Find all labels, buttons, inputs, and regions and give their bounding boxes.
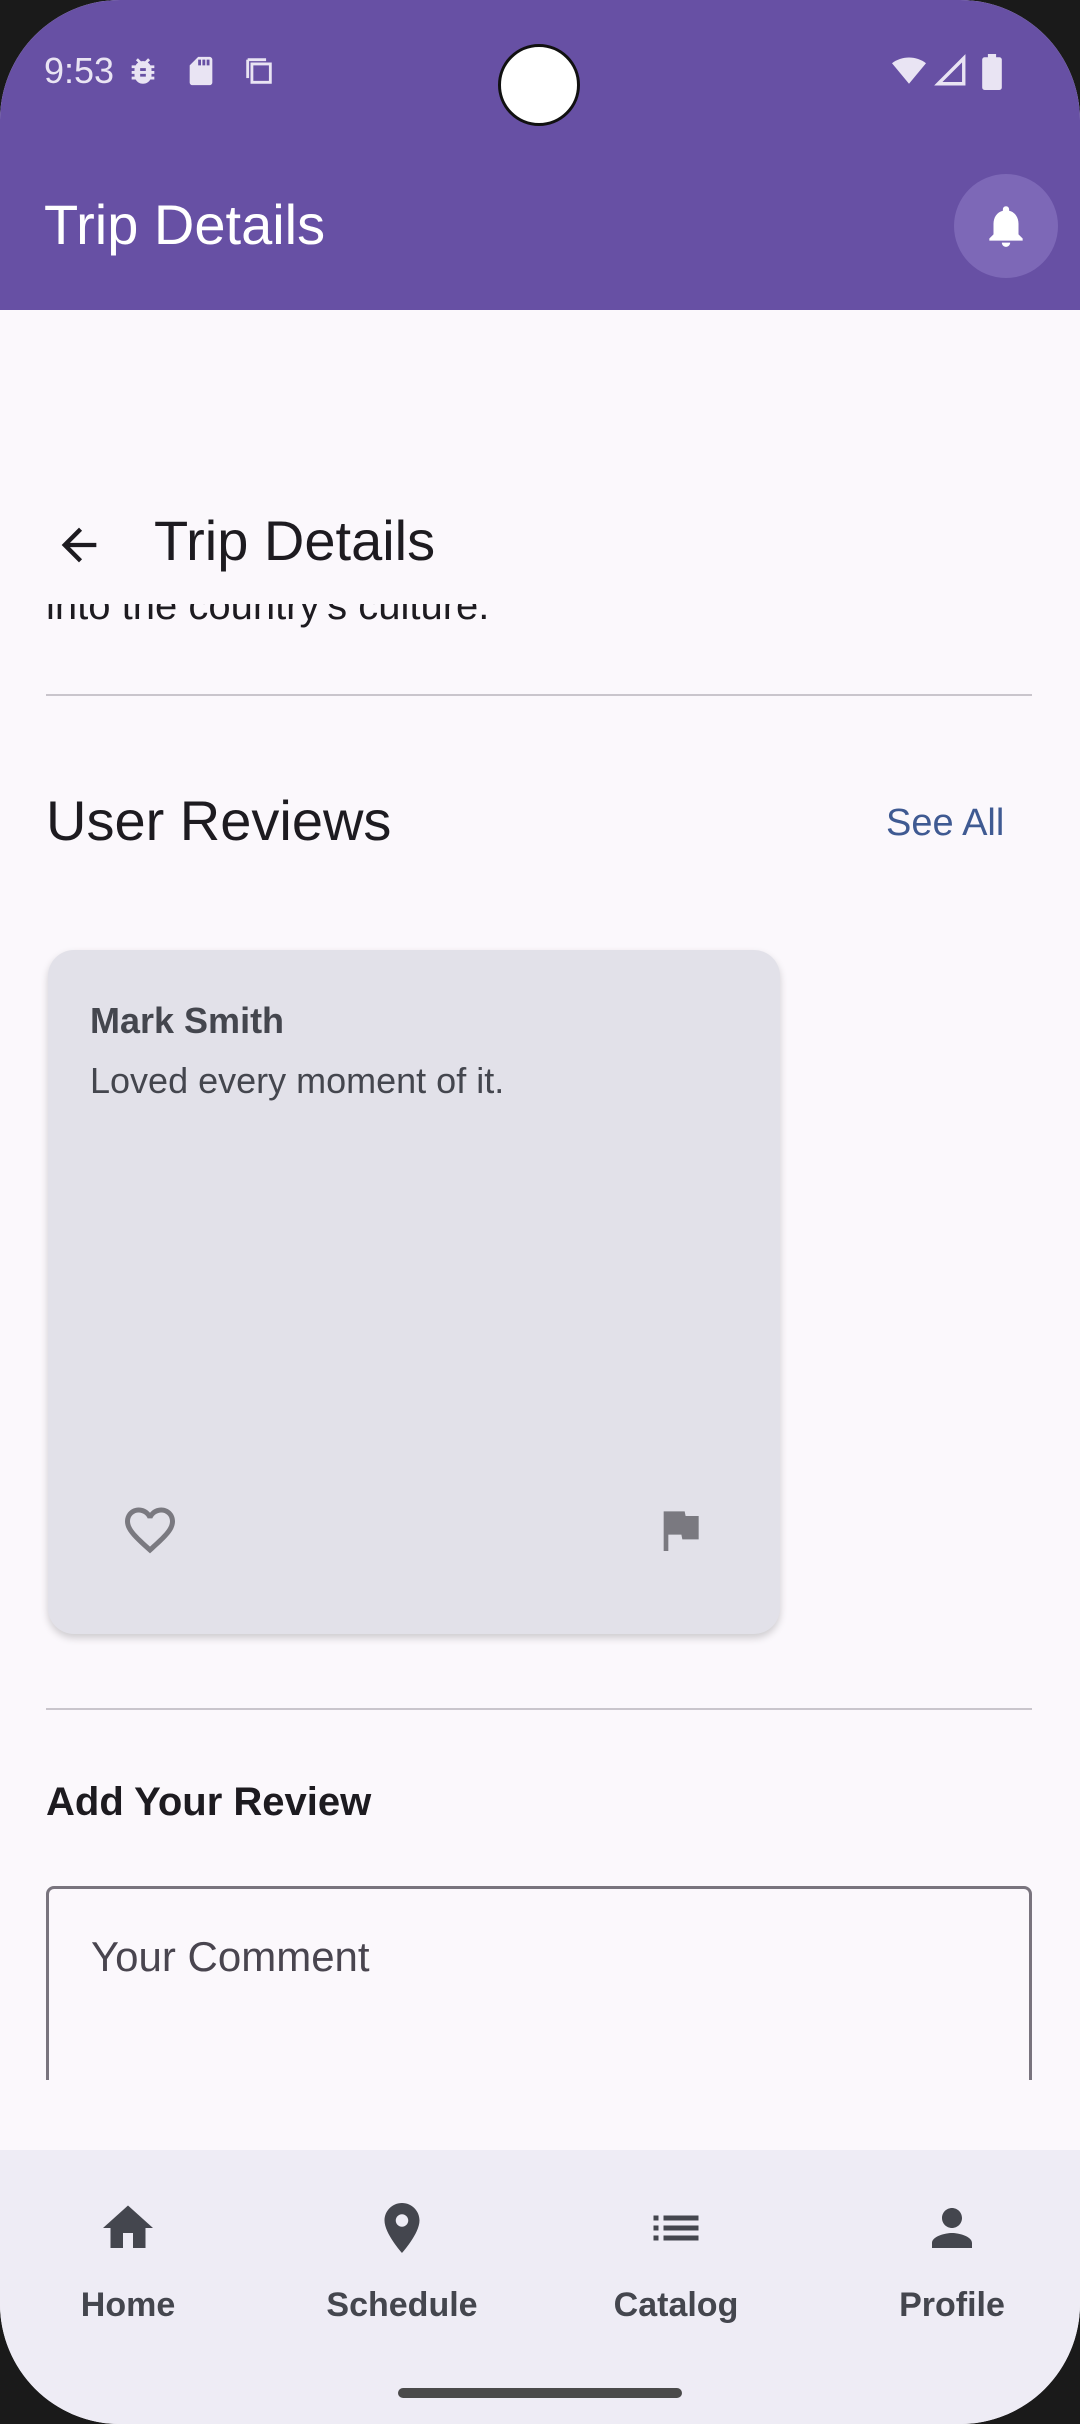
app-bar-title: Trip Details [44, 193, 326, 256]
nav-item-catalog[interactable]: Catalog [566, 2196, 786, 2346]
comment-placeholder: Your Comment [91, 1933, 370, 1980]
signal-icon [934, 54, 968, 88]
report-button[interactable] [648, 1498, 712, 1562]
bottom-navigation: Home Schedule Catalog Profile [0, 2150, 1080, 2424]
like-button[interactable] [118, 1498, 182, 1562]
notifications-button[interactable] [954, 174, 1058, 278]
nav-item-profile[interactable]: Profile [842, 2196, 1062, 2346]
list-icon [644, 2196, 708, 2260]
bell-icon [989, 206, 1023, 247]
review-card[interactable]: Mark Smith Loved every moment of it. [48, 950, 780, 1634]
nav-item-schedule[interactable]: Schedule [292, 2196, 512, 2346]
trip-description-clipped: into the country's culture. [46, 604, 490, 628]
sd-card-icon [184, 54, 218, 88]
see-all-link[interactable]: See All [886, 802, 1004, 845]
screenshot-icon [242, 54, 276, 88]
bug-icon [126, 54, 160, 88]
arrow-left-icon [61, 527, 97, 563]
comment-input[interactable]: Your Comment [46, 1886, 1032, 2080]
divider [46, 1708, 1032, 1710]
flag-icon [663, 1511, 699, 1551]
divider [46, 694, 1032, 696]
home-indicator[interactable] [398, 2388, 682, 2398]
person-icon [920, 2196, 984, 2260]
heart-outline-icon [125, 1507, 175, 1554]
nav-label-profile: Profile [899, 2286, 1005, 2324]
back-button[interactable] [44, 510, 114, 580]
trip-description-text: into the country's culture. [46, 604, 489, 642]
nav-label-schedule: Schedule [326, 2286, 478, 2324]
reviews-section-title: User Reviews [46, 789, 392, 852]
nav-label-catalog: Catalog [613, 2286, 739, 2324]
battery-icon [980, 54, 1014, 90]
nav-label-home: Home [80, 2286, 176, 2324]
top-app-bar: 9:53 Trip Details [0, 0, 1080, 310]
review-text: Loved every moment of it. [90, 1060, 505, 1101]
add-review-title: Add Your Review [46, 1780, 372, 1824]
status-time: 9:53 [44, 50, 115, 91]
review-author: Mark Smith [90, 1000, 285, 1041]
location-pin-icon [370, 2196, 434, 2260]
device-screen: 9:53 Trip Details Trip Details into the … [0, 0, 1080, 2424]
wifi-icon [890, 54, 926, 88]
main-content: Trip Details into the country's culture.… [0, 310, 1080, 2080]
nav-item-home[interactable]: Home [18, 2196, 238, 2346]
page-title: Trip Details [154, 509, 436, 572]
home-icon [96, 2196, 160, 2260]
front-camera [498, 44, 580, 126]
